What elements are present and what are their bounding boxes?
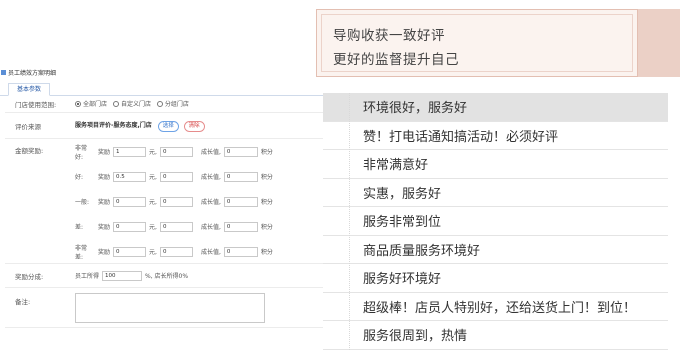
radio-all-stores[interactable]: 全部门店 [75,99,107,108]
banner-card: 导购收获一致好评 更好的监督提升自己 [316,9,638,77]
review-item: 商品质量服务环境好 [323,235,668,264]
row-note: 备注: [5,288,323,328]
banner-line-1: 导购收获一致好评 [333,28,445,44]
amount-reward-label: 金额奖励: [15,147,44,155]
row-amount-reward: 金额奖励: 非常好: 奖励 1 元, 0 成长值, 0 积分 好: 奖励 0.5 元, 0 成长值, 0 积分… [5,139,323,264]
review-item: 服务很周到，热情 [323,321,668,350]
form-title-text: 员工绩效方案明细 [8,70,57,77]
staff-share-input[interactable]: 100 [102,270,143,281]
award-label: 奖励 [98,249,111,256]
note-label: 备注: [15,298,31,306]
store-scope-options: 全部门店 自定义门店 分组门店 [75,99,323,109]
note-textarea[interactable] [75,293,265,323]
points-unit: 积分 [260,149,273,156]
growth-label: 成长值, [200,149,221,156]
growth-input[interactable]: 0 [159,146,193,157]
yuan-unit: 元, [149,174,157,181]
review-item: 环境很好，服务好 [323,93,668,122]
reward-level-row: 一般: 奖励 0 元, 0 成长值, 0 积分 [75,189,323,214]
points-input[interactable]: 0 [223,196,258,207]
award-amount-input[interactable]: 0 [113,246,147,257]
row-store-scope: 门店使用范围: 全部门店 自定义门店 分组门店 [5,96,323,113]
banner-line-2: 更好的监督提升自己 [333,52,459,68]
share-suffix: %, 店长所得0% [145,273,189,280]
note-control [75,288,323,327]
points-unit: 积分 [260,224,273,231]
yuan-unit: 元, [149,224,157,231]
award-label: 奖励 [98,174,111,181]
level-name: 一般: [75,199,90,206]
points-input[interactable]: 0 [223,146,258,157]
growth-label: 成长值, [200,199,221,206]
radio-group-stores[interactable]: 分组门店 [156,99,189,108]
review-item: 服务好环境好 [323,264,668,293]
award-amount-input[interactable]: 1 [113,146,147,157]
reward-level-row: 非常差: 奖励 0 元, 0 成长值, 0 积分 [75,239,323,264]
award-label: 奖励 [98,149,111,156]
review-list: 环境很好，服务好 赞！打电话通知搞活动！必须好评 非常满意好 实惠，服务好 服务非常到位… [323,93,668,350]
growth-input[interactable]: 0 [159,221,193,232]
select-button[interactable]: 选择 [157,120,179,132]
settings-form: 员工绩效方案明细 基本参数 门店使用范围: 全部门店 自定义门店 分组门店 评价… [0,62,323,355]
review-item: 服务非常到位 [323,207,668,236]
award-amount-input[interactable]: 0.5 [113,171,147,182]
review-source-label: 评价来源 [15,122,41,131]
points-unit: 积分 [260,174,273,181]
reward-level-row: 非常好: 奖励 1 元, 0 成长值, 0 积分 [75,139,323,164]
yuan-unit: 元, [149,199,157,206]
award-amount-input[interactable]: 0 [113,196,147,207]
row-review-source: 评价来源 服务项目评价-服务态度,门店 选择 清除 [5,113,323,139]
page: 员工绩效方案明细 基本参数 门店使用范围: 全部门店 自定义门店 分组门店 评价… [0,0,680,355]
review-item: 赞！打电话通知搞活动！必须好评 [323,121,668,150]
growth-label: 成长值, [200,174,221,181]
reward-levels: 非常好: 奖励 1 元, 0 成长值, 0 积分 好: 奖励 0.5 元, 0 成长值, 0 积分 一般: 奖励 0… [75,139,323,263]
review-source-value: 服务项目评价-服务态度,门店 [75,121,152,129]
reward-level-row: 差: 奖励 0 元, 0 成长值, 0 积分 [75,214,323,239]
review-item: 实惠，服务好 [323,178,668,207]
level-name: 非常好: [75,144,88,161]
tab-basic-params[interactable]: 基本参数 [8,83,50,96]
points-input[interactable]: 0 [223,246,258,257]
growth-label: 成长值, [200,249,221,256]
staff-share-label: 员工所得 [75,273,100,280]
yuan-unit: 元, [149,249,157,256]
reward-share-label: 奖励分成: [15,272,44,281]
reward-level-row: 好: 奖励 0.5 元, 0 成长值, 0 积分 [75,164,323,189]
form-rows: 门店使用范围: 全部门店 自定义门店 分组门店 评价来源 服务项目评价-服务态度… [5,96,323,328]
growth-label: 成长值, [200,224,221,231]
review-item: 超级棒！店员人特别好，还给送货上门！到位！ [323,292,668,321]
yuan-unit: 元, [149,149,157,156]
clear-button[interactable]: 清除 [183,120,205,132]
doc-icon [1,70,6,75]
promo-banner: 导购收获一致好评 更好的监督提升自己 [316,9,680,77]
review-source-control: 服务项目评价-服务态度,门店 选择 清除 [75,120,323,132]
growth-input[interactable]: 0 [159,196,193,207]
form-title: 员工绩效方案明细 [1,68,56,77]
award-label: 奖励 [98,224,111,231]
award-label: 奖励 [98,199,111,206]
store-scope-label: 门店使用范围: [15,101,57,109]
radio-unchecked-icon [156,100,163,107]
points-input[interactable]: 0 [223,221,258,232]
row-reward-share: 奖励分成: 员工所得 100 %, 店长所得0% [5,264,323,288]
radio-unchecked-icon [112,100,119,107]
tab-bar: 基本参数 [0,80,323,96]
growth-input[interactable]: 0 [159,246,193,257]
radio-checked-icon [75,100,81,107]
level-name: 差: [75,224,84,231]
radio-custom-stores[interactable]: 自定义门店 [112,99,151,108]
points-unit: 积分 [260,249,273,256]
review-item: 非常满意好 [323,150,668,179]
level-name: 好: [75,174,84,181]
growth-input[interactable]: 0 [159,171,193,182]
reward-share-control: 员工所得 100 %, 店长所得0% [75,270,323,281]
points-input[interactable]: 0 [223,171,258,182]
award-amount-input[interactable]: 0 [113,221,147,232]
points-unit: 积分 [260,199,273,206]
level-name: 非常差: [75,244,88,261]
